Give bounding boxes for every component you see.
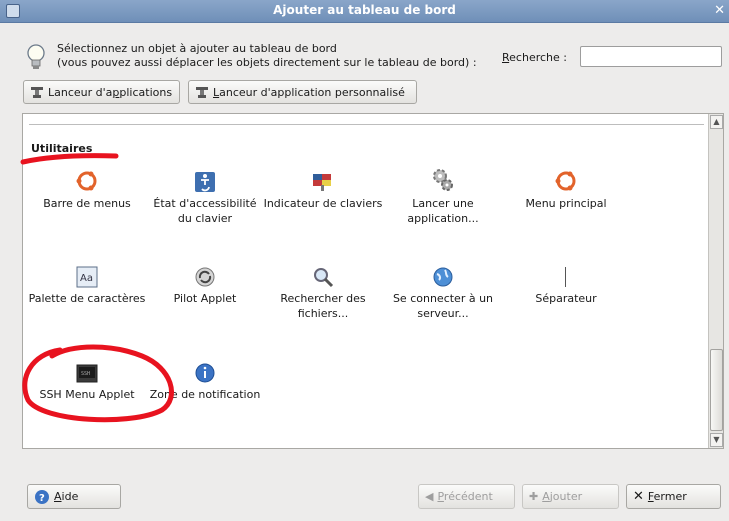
- item-menu-principal[interactable]: Menu principal: [506, 167, 626, 211]
- item-separateur[interactable]: Séparateur: [506, 262, 626, 306]
- back-arrow-icon: ◀: [425, 490, 434, 503]
- item-label: Menu principal: [525, 197, 607, 210]
- item-etat-accessibilite[interactable]: État d'accessibilité du clavier: [145, 167, 265, 226]
- add-button[interactable]: ✚ Ajouter: [522, 484, 619, 509]
- item-ssh-menu-applet[interactable]: SSH SSH Menu Applet: [27, 358, 147, 402]
- plus-icon: ✚: [529, 490, 539, 503]
- applet-list-panel[interactable]: Utilitaires Barre de menus État d'access…: [22, 113, 724, 449]
- launcher-icon: [31, 87, 43, 98]
- vertical-scrollbar[interactable]: ▲ ▼: [708, 114, 723, 448]
- item-lancer-application[interactable]: Lancer une application...: [383, 167, 503, 226]
- item-pilot-applet[interactable]: Pilot Applet: [145, 262, 265, 306]
- item-se-connecter-serveur[interactable]: Se connecter à un serveur...: [383, 262, 503, 321]
- item-label: Zone de notification: [149, 388, 261, 401]
- character-map-icon: Aa: [76, 266, 98, 288]
- hint-line-1: Sélectionnez un objet à ajouter au table…: [57, 42, 337, 55]
- search-label: Recherche :: [502, 51, 567, 64]
- divider: [29, 124, 704, 125]
- help-label: Aide: [54, 490, 79, 503]
- terminal-icon: SSH: [76, 364, 98, 383]
- scroll-up-icon[interactable]: ▲: [710, 115, 723, 129]
- magnifier-icon: [314, 268, 334, 288]
- keyboard-flag-icon: [313, 174, 331, 191]
- custom-launcher-label: Lanceur d'application personnalisé: [213, 85, 405, 99]
- item-barre-de-menus[interactable]: Barre de menus: [27, 167, 147, 211]
- help-icon: ?: [35, 489, 49, 504]
- help-button[interactable]: ? Aide: [27, 484, 121, 509]
- search-input[interactable]: [580, 46, 722, 67]
- item-label: Séparateur: [535, 292, 597, 305]
- item-palette-caracteres[interactable]: Aa Palette de caractères: [27, 262, 147, 306]
- accessibility-icon: [195, 172, 215, 192]
- item-label: Indicateur de claviers: [263, 197, 383, 210]
- application-launcher-label: Lanceur d'applications: [48, 85, 173, 99]
- info-icon: [195, 363, 215, 383]
- item-rechercher-fichiers[interactable]: Rechercher des fichiers...: [263, 262, 383, 321]
- custom-launcher-button[interactable]: Lanceur d'application personnalisé: [188, 80, 417, 104]
- close-x-icon: ✕: [633, 489, 644, 504]
- item-label: Pilot Applet: [173, 292, 237, 305]
- gears-icon: [433, 169, 453, 191]
- application-launcher-button[interactable]: Lanceur d'applications: [23, 80, 180, 104]
- item-indicateur-claviers[interactable]: Indicateur de claviers: [263, 167, 383, 211]
- scrollbar-thumb[interactable]: [710, 349, 723, 431]
- svg-text:SSH: SSH: [81, 371, 90, 377]
- close-button[interactable]: ✕ Fermer: [626, 484, 721, 509]
- previous-button[interactable]: ◀ Précédent: [418, 484, 515, 509]
- hint-line-2: (vous pouvez aussi déplacer les objets d…: [57, 56, 477, 69]
- scroll-down-icon[interactable]: ▼: [710, 433, 723, 447]
- launcher-icon: [196, 87, 208, 98]
- svg-text:Aa: Aa: [80, 273, 93, 284]
- item-zone-notification[interactable]: Zone de notification: [145, 358, 265, 402]
- separator-icon: [565, 267, 566, 287]
- item-label: Barre de menus: [43, 197, 131, 210]
- previous-label: Précédent: [437, 490, 493, 503]
- item-label: Se connecter à un serveur...: [392, 292, 494, 320]
- ubuntu-logo-icon: [555, 171, 576, 191]
- title-bar: Ajouter au tableau de bord ✕: [0, 0, 729, 23]
- close-icon[interactable]: ✕: [714, 3, 725, 18]
- refresh-icon: [195, 267, 215, 287]
- svg-text:?: ?: [39, 493, 45, 504]
- item-label: Lancer une application...: [407, 197, 479, 225]
- item-label: Palette de caractères: [28, 292, 146, 305]
- item-label: SSH Menu Applet: [39, 388, 135, 401]
- window-title: Ajouter au tableau de bord: [273, 3, 456, 17]
- item-label: État d'accessibilité du clavier: [153, 197, 257, 225]
- globe-icon: [433, 267, 453, 287]
- instructions-text: Sélectionnez un objet à ajouter au table…: [57, 42, 477, 70]
- add-label: Ajouter: [542, 490, 583, 503]
- item-label: Rechercher des fichiers...: [280, 292, 366, 320]
- ubuntu-logo-icon: [76, 171, 97, 191]
- lightbulb-icon: [27, 44, 45, 69]
- category-heading: Utilitaires: [31, 142, 93, 155]
- close-label: Fermer: [647, 490, 687, 503]
